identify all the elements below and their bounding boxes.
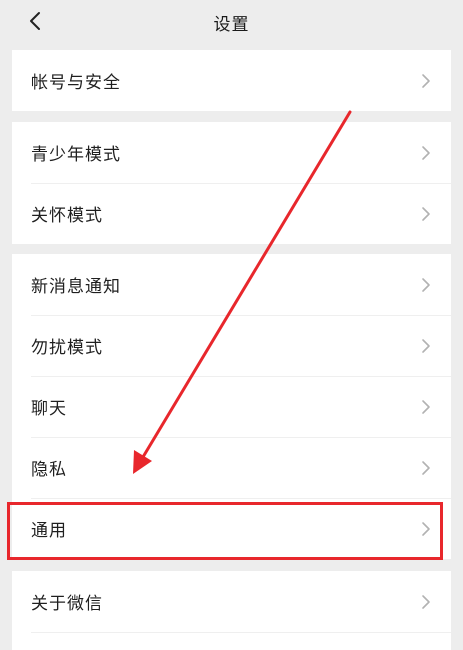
settings-item-label: 勿扰模式 bbox=[31, 338, 103, 358]
settings-item-label: 关怀模式 bbox=[31, 206, 103, 226]
settings-item-label: 隐私 bbox=[31, 460, 67, 480]
header-bar: 设置 bbox=[0, 0, 463, 44]
chevron-right-icon bbox=[422, 594, 430, 609]
settings-item-label: 通用 bbox=[31, 521, 67, 541]
settings-item-care-mode[interactable]: 关怀模式 bbox=[12, 183, 451, 244]
divider bbox=[31, 632, 451, 633]
settings-item-chat[interactable]: 聊天 bbox=[12, 376, 451, 437]
back-button[interactable] bbox=[22, 8, 48, 34]
chevron-right-icon bbox=[422, 73, 430, 88]
settings-group-about: 关于微信 bbox=[12, 571, 451, 650]
settings-item-do-not-disturb[interactable]: 勿扰模式 bbox=[12, 315, 451, 376]
settings-group-general: 新消息通知 勿扰模式 聊天 隐私 通用 bbox=[12, 254, 451, 559]
page-title: 设置 bbox=[213, 14, 250, 35]
settings-item-teen-mode[interactable]: 青少年模式 bbox=[12, 122, 451, 183]
settings-item-privacy[interactable]: 隐私 bbox=[12, 437, 451, 498]
chevron-right-icon bbox=[422, 206, 430, 221]
chevron-right-icon bbox=[422, 338, 430, 353]
chevron-right-icon bbox=[422, 145, 430, 160]
settings-item-label: 青少年模式 bbox=[31, 145, 121, 165]
settings-item-about-wechat[interactable]: 关于微信 bbox=[12, 571, 451, 632]
settings-item-label: 聊天 bbox=[31, 399, 67, 419]
settings-item-account-security[interactable]: 帐号与安全 bbox=[12, 50, 451, 111]
chevron-right-icon bbox=[422, 521, 430, 536]
chevron-right-icon bbox=[422, 399, 430, 414]
settings-group-modes: 青少年模式 关怀模式 bbox=[12, 122, 451, 244]
settings-item-general[interactable]: 通用 bbox=[12, 498, 451, 559]
settings-item-label: 新消息通知 bbox=[31, 277, 121, 297]
settings-group-account: 帐号与安全 bbox=[12, 50, 451, 111]
chevron-right-icon bbox=[422, 277, 430, 292]
settings-item-label: 关于微信 bbox=[31, 594, 103, 614]
settings-item-notifications[interactable]: 新消息通知 bbox=[12, 254, 451, 315]
settings-screen: 设置 帐号与安全 青少年模式 关怀模式 新消息通知 勿扰模式 聊天 隐私 通用 … bbox=[0, 0, 463, 650]
chevron-left-icon bbox=[30, 12, 40, 30]
settings-item-label: 帐号与安全 bbox=[31, 73, 121, 93]
chevron-right-icon bbox=[422, 460, 430, 475]
